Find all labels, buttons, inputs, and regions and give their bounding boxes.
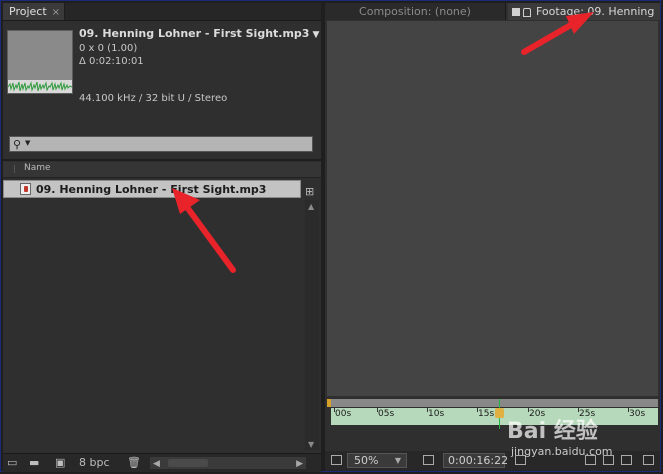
watermark-domain: jingyan.baidu.com — [511, 445, 613, 458]
time-tick: 00s — [333, 408, 352, 419]
viewer-lock-icon[interactable] — [512, 8, 520, 16]
interpret-footage-icon[interactable]: ▭ — [7, 456, 17, 470]
scroll-thumb[interactable] — [168, 459, 208, 467]
label-column-icon[interactable] — [6, 165, 15, 173]
flowchart-icon[interactable]: ⊞ — [305, 185, 314, 198]
item-title-text: 09. Henning Lohner - First Sight.mp3 — [79, 27, 310, 40]
scroll-down-icon[interactable]: ▼ — [308, 440, 314, 449]
tab-project-label: Project — [9, 5, 47, 18]
panel-divider — [3, 159, 321, 161]
vertical-scrollbar[interactable]: ▲ ▼ — [305, 200, 319, 450]
current-time-display[interactable]: 0:00:16:22 — [443, 453, 509, 468]
trash-icon[interactable]: 🗑 — [127, 456, 141, 470]
item-duration: Δ 0:02:10:01 — [79, 56, 144, 67]
current-time-indicator[interactable] — [495, 408, 504, 418]
watermark-logo: Bai 经验 jingyan.baidu.com — [505, 413, 635, 463]
close-icon[interactable]: × — [52, 7, 60, 18]
chevron-down-icon: ▼ — [394, 456, 401, 465]
zoom-value: 50% — [354, 454, 379, 467]
item-audio-info: 44.100 kHz / 32 bit U / Stereo — [79, 93, 228, 104]
search-icon[interactable]: ⚲ — [13, 138, 21, 151]
magnification-select[interactable]: 50% ▼ — [347, 453, 407, 468]
time-tick: 05s — [376, 408, 395, 419]
safe-margins-icon[interactable] — [423, 455, 434, 465]
scroll-right-icon[interactable]: ▶ — [296, 457, 303, 471]
list-item-label: 09. Henning Lohner - First Sight.mp3 — [36, 183, 267, 196]
watermark-brand: Bai 经验 — [507, 419, 598, 444]
fast-previews-icon[interactable] — [643, 455, 654, 465]
scroll-left-icon[interactable]: ◀ — [153, 457, 160, 471]
project-panel: Project × 09. Henning Lohner - First Sigh… — [3, 3, 321, 472]
search-input[interactable] — [36, 137, 306, 151]
viewer-panel: Composition: (none) Footage: 09. Henning… — [325, 3, 660, 471]
new-composition-icon[interactable]: ▣ — [55, 456, 65, 470]
audio-thumbnail — [7, 30, 73, 94]
list-item[interactable]: 09. Henning Lohner - First Sight.mp3 — [3, 180, 301, 198]
footage-viewer[interactable] — [327, 21, 658, 396]
project-item-list: 09. Henning Lohner - First Sight.mp3 — [3, 179, 303, 447]
item-dimensions: 0 x 0 (1.00) — [79, 43, 138, 54]
lock-icon[interactable] — [523, 7, 531, 17]
project-search[interactable]: ⚲ ▼ — [9, 136, 313, 152]
item-title[interactable]: 09. Henning Lohner - First Sight.mp3 ▼ — [79, 27, 319, 42]
column-header: Name — [3, 162, 321, 178]
dropdown-caret-icon[interactable]: ▼ — [312, 30, 319, 40]
new-folder-icon[interactable]: ▬ — [29, 456, 39, 470]
time-tick: 15s — [476, 408, 495, 419]
column-name-header[interactable]: Name — [24, 163, 51, 173]
always-preview-icon[interactable] — [331, 455, 342, 465]
item-info: 09. Henning Lohner - First Sight.mp3 ▼ 0 … — [79, 27, 319, 68]
tab-project[interactable]: Project × — [3, 3, 66, 20]
time-tick: 10s — [426, 408, 445, 419]
audio-file-icon — [20, 183, 31, 195]
work-area-bar[interactable] — [327, 399, 658, 407]
waveform-icon — [8, 81, 72, 92]
horizontal-scrollbar[interactable]: ◀ ▶ — [150, 457, 306, 469]
timecode-value: 0:00:16:22 — [448, 454, 509, 467]
tab-footage-label: Footage: 09. Henning — [536, 5, 655, 18]
bit-depth-button[interactable]: 8 bpc — [79, 456, 110, 470]
tab-composition[interactable]: Composition: (none) — [325, 3, 506, 20]
in-point-marker[interactable] — [327, 399, 331, 407]
tab-footage[interactable]: Footage: 09. Henning — [508, 3, 660, 20]
scroll-up-icon[interactable]: ▲ — [308, 202, 314, 211]
search-dropdown-icon[interactable]: ▼ — [25, 139, 30, 147]
project-tab-bar: Project × — [3, 3, 321, 21]
project-footer: ▭ ▬ ▣ 8 bpc 🗑 ◀ ▶ — [3, 453, 321, 472]
